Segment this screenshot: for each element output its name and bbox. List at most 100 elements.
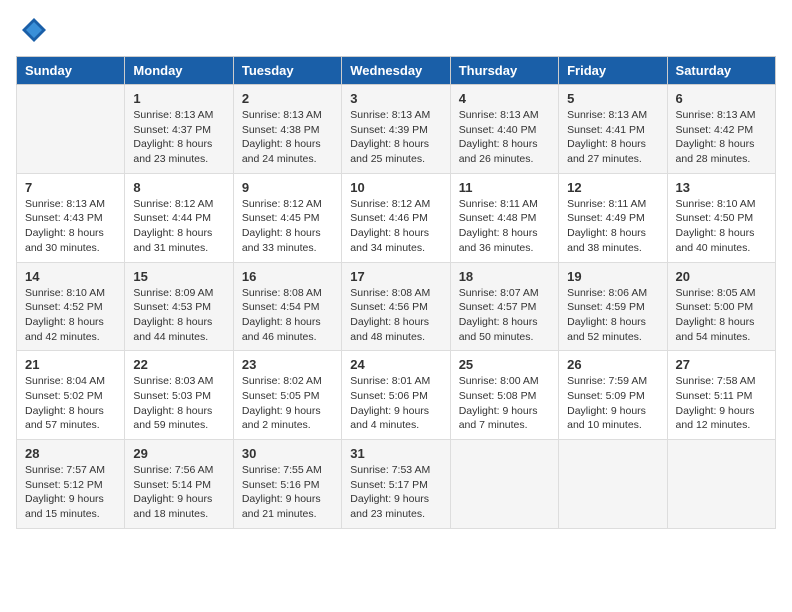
week-row-1: 1 Sunrise: 8:13 AMSunset: 4:37 PMDayligh… bbox=[17, 85, 776, 174]
logo-text bbox=[16, 16, 48, 44]
day-info: Sunrise: 8:05 AMSunset: 5:00 PMDaylight:… bbox=[676, 286, 767, 345]
calendar-cell: 8 Sunrise: 8:12 AMSunset: 4:44 PMDayligh… bbox=[125, 173, 233, 262]
day-info: Sunrise: 8:09 AMSunset: 4:53 PMDaylight:… bbox=[133, 286, 224, 345]
day-info: Sunrise: 8:03 AMSunset: 5:03 PMDaylight:… bbox=[133, 374, 224, 433]
weekday-header-wednesday: Wednesday bbox=[342, 57, 450, 85]
day-number: 12 bbox=[567, 180, 658, 195]
day-info: Sunrise: 8:04 AMSunset: 5:02 PMDaylight:… bbox=[25, 374, 116, 433]
day-info: Sunrise: 7:53 AMSunset: 5:17 PMDaylight:… bbox=[350, 463, 441, 522]
day-number: 30 bbox=[242, 446, 333, 461]
day-number: 4 bbox=[459, 91, 550, 106]
calendar-cell: 11 Sunrise: 8:11 AMSunset: 4:48 PMDaylig… bbox=[450, 173, 558, 262]
day-info: Sunrise: 8:01 AMSunset: 5:06 PMDaylight:… bbox=[350, 374, 441, 433]
calendar-cell bbox=[450, 440, 558, 529]
day-info: Sunrise: 7:56 AMSunset: 5:14 PMDaylight:… bbox=[133, 463, 224, 522]
day-number: 17 bbox=[350, 269, 441, 284]
calendar-cell: 10 Sunrise: 8:12 AMSunset: 4:46 PMDaylig… bbox=[342, 173, 450, 262]
day-number: 3 bbox=[350, 91, 441, 106]
day-number: 31 bbox=[350, 446, 441, 461]
day-number: 21 bbox=[25, 357, 116, 372]
day-number: 23 bbox=[242, 357, 333, 372]
weekday-header-friday: Friday bbox=[559, 57, 667, 85]
calendar-cell: 17 Sunrise: 8:08 AMSunset: 4:56 PMDaylig… bbox=[342, 262, 450, 351]
calendar-cell: 18 Sunrise: 8:07 AMSunset: 4:57 PMDaylig… bbox=[450, 262, 558, 351]
day-info: Sunrise: 8:08 AMSunset: 4:56 PMDaylight:… bbox=[350, 286, 441, 345]
day-info: Sunrise: 8:02 AMSunset: 5:05 PMDaylight:… bbox=[242, 374, 333, 433]
calendar-cell: 21 Sunrise: 8:04 AMSunset: 5:02 PMDaylig… bbox=[17, 351, 125, 440]
day-info: Sunrise: 7:57 AMSunset: 5:12 PMDaylight:… bbox=[25, 463, 116, 522]
calendar-cell bbox=[17, 85, 125, 174]
calendar-cell: 19 Sunrise: 8:06 AMSunset: 4:59 PMDaylig… bbox=[559, 262, 667, 351]
calendar-cell: 29 Sunrise: 7:56 AMSunset: 5:14 PMDaylig… bbox=[125, 440, 233, 529]
calendar-cell: 12 Sunrise: 8:11 AMSunset: 4:49 PMDaylig… bbox=[559, 173, 667, 262]
weekday-header-thursday: Thursday bbox=[450, 57, 558, 85]
day-number: 9 bbox=[242, 180, 333, 195]
calendar-cell: 7 Sunrise: 8:13 AMSunset: 4:43 PMDayligh… bbox=[17, 173, 125, 262]
calendar-cell bbox=[667, 440, 775, 529]
day-number: 16 bbox=[242, 269, 333, 284]
logo-flag-icon bbox=[20, 16, 48, 44]
day-number: 13 bbox=[676, 180, 767, 195]
day-info: Sunrise: 7:59 AMSunset: 5:09 PMDaylight:… bbox=[567, 374, 658, 433]
day-info: Sunrise: 8:13 AMSunset: 4:40 PMDaylight:… bbox=[459, 108, 550, 167]
day-number: 11 bbox=[459, 180, 550, 195]
calendar-cell: 14 Sunrise: 8:10 AMSunset: 4:52 PMDaylig… bbox=[17, 262, 125, 351]
day-number: 2 bbox=[242, 91, 333, 106]
calendar-cell: 20 Sunrise: 8:05 AMSunset: 5:00 PMDaylig… bbox=[667, 262, 775, 351]
page-header bbox=[16, 16, 776, 44]
calendar-cell: 22 Sunrise: 8:03 AMSunset: 5:03 PMDaylig… bbox=[125, 351, 233, 440]
calendar-cell: 31 Sunrise: 7:53 AMSunset: 5:17 PMDaylig… bbox=[342, 440, 450, 529]
day-info: Sunrise: 8:13 AMSunset: 4:41 PMDaylight:… bbox=[567, 108, 658, 167]
calendar-cell: 5 Sunrise: 8:13 AMSunset: 4:41 PMDayligh… bbox=[559, 85, 667, 174]
calendar-cell: 23 Sunrise: 8:02 AMSunset: 5:05 PMDaylig… bbox=[233, 351, 341, 440]
day-info: Sunrise: 8:10 AMSunset: 4:50 PMDaylight:… bbox=[676, 197, 767, 256]
week-row-3: 14 Sunrise: 8:10 AMSunset: 4:52 PMDaylig… bbox=[17, 262, 776, 351]
calendar-cell: 2 Sunrise: 8:13 AMSunset: 4:38 PMDayligh… bbox=[233, 85, 341, 174]
day-number: 28 bbox=[25, 446, 116, 461]
day-info: Sunrise: 8:06 AMSunset: 4:59 PMDaylight:… bbox=[567, 286, 658, 345]
calendar-cell: 30 Sunrise: 7:55 AMSunset: 5:16 PMDaylig… bbox=[233, 440, 341, 529]
logo bbox=[16, 16, 48, 44]
day-number: 6 bbox=[676, 91, 767, 106]
day-number: 27 bbox=[676, 357, 767, 372]
calendar-cell: 6 Sunrise: 8:13 AMSunset: 4:42 PMDayligh… bbox=[667, 85, 775, 174]
calendar-cell: 24 Sunrise: 8:01 AMSunset: 5:06 PMDaylig… bbox=[342, 351, 450, 440]
day-info: Sunrise: 8:10 AMSunset: 4:52 PMDaylight:… bbox=[25, 286, 116, 345]
calendar-cell: 26 Sunrise: 7:59 AMSunset: 5:09 PMDaylig… bbox=[559, 351, 667, 440]
day-info: Sunrise: 8:13 AMSunset: 4:37 PMDaylight:… bbox=[133, 108, 224, 167]
week-row-5: 28 Sunrise: 7:57 AMSunset: 5:12 PMDaylig… bbox=[17, 440, 776, 529]
calendar-cell: 3 Sunrise: 8:13 AMSunset: 4:39 PMDayligh… bbox=[342, 85, 450, 174]
day-number: 19 bbox=[567, 269, 658, 284]
calendar-cell: 15 Sunrise: 8:09 AMSunset: 4:53 PMDaylig… bbox=[125, 262, 233, 351]
day-number: 8 bbox=[133, 180, 224, 195]
day-info: Sunrise: 8:11 AMSunset: 4:49 PMDaylight:… bbox=[567, 197, 658, 256]
day-number: 10 bbox=[350, 180, 441, 195]
day-info: Sunrise: 8:13 AMSunset: 4:39 PMDaylight:… bbox=[350, 108, 441, 167]
calendar-cell: 16 Sunrise: 8:08 AMSunset: 4:54 PMDaylig… bbox=[233, 262, 341, 351]
weekday-header-tuesday: Tuesday bbox=[233, 57, 341, 85]
day-info: Sunrise: 8:12 AMSunset: 4:45 PMDaylight:… bbox=[242, 197, 333, 256]
day-info: Sunrise: 8:00 AMSunset: 5:08 PMDaylight:… bbox=[459, 374, 550, 433]
day-number: 22 bbox=[133, 357, 224, 372]
weekday-header-row: SundayMondayTuesdayWednesdayThursdayFrid… bbox=[17, 57, 776, 85]
day-number: 24 bbox=[350, 357, 441, 372]
day-number: 7 bbox=[25, 180, 116, 195]
weekday-header-saturday: Saturday bbox=[667, 57, 775, 85]
day-number: 25 bbox=[459, 357, 550, 372]
calendar-cell: 4 Sunrise: 8:13 AMSunset: 4:40 PMDayligh… bbox=[450, 85, 558, 174]
calendar-cell: 13 Sunrise: 8:10 AMSunset: 4:50 PMDaylig… bbox=[667, 173, 775, 262]
day-number: 1 bbox=[133, 91, 224, 106]
calendar-cell: 9 Sunrise: 8:12 AMSunset: 4:45 PMDayligh… bbox=[233, 173, 341, 262]
day-info: Sunrise: 8:07 AMSunset: 4:57 PMDaylight:… bbox=[459, 286, 550, 345]
day-info: Sunrise: 8:11 AMSunset: 4:48 PMDaylight:… bbox=[459, 197, 550, 256]
day-number: 20 bbox=[676, 269, 767, 284]
calendar-cell: 27 Sunrise: 7:58 AMSunset: 5:11 PMDaylig… bbox=[667, 351, 775, 440]
calendar-cell: 25 Sunrise: 8:00 AMSunset: 5:08 PMDaylig… bbox=[450, 351, 558, 440]
day-info: Sunrise: 8:13 AMSunset: 4:43 PMDaylight:… bbox=[25, 197, 116, 256]
calendar-cell: 28 Sunrise: 7:57 AMSunset: 5:12 PMDaylig… bbox=[17, 440, 125, 529]
day-number: 5 bbox=[567, 91, 658, 106]
day-info: Sunrise: 8:12 AMSunset: 4:44 PMDaylight:… bbox=[133, 197, 224, 256]
day-info: Sunrise: 8:12 AMSunset: 4:46 PMDaylight:… bbox=[350, 197, 441, 256]
day-number: 15 bbox=[133, 269, 224, 284]
day-info: Sunrise: 8:13 AMSunset: 4:42 PMDaylight:… bbox=[676, 108, 767, 167]
